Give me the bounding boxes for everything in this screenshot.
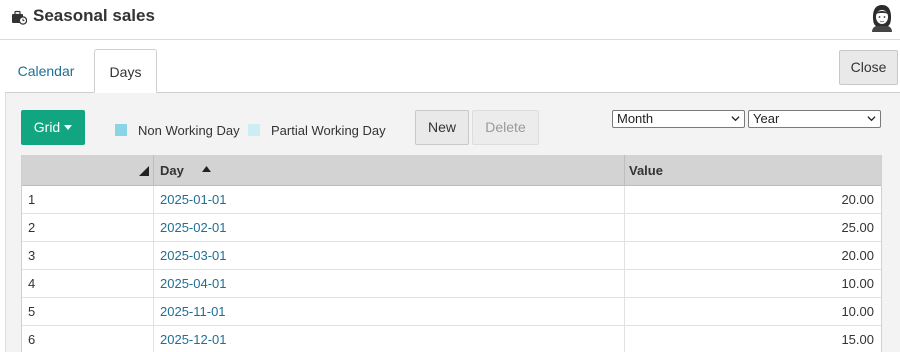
value-cell: 20.00 [841,248,874,263]
briefcase-clock-icon [12,10,27,25]
day-link[interactable]: 2025-04-01 [160,270,227,297]
table-row[interactable]: 4 2025-04-01 10.00 [22,270,881,298]
day-link[interactable]: 2025-12-01 [160,326,227,352]
row-index: 4 [28,276,36,291]
day-link[interactable]: 2025-01-01 [160,186,227,213]
value-cell: 25.00 [841,220,874,235]
caret-down-icon [64,124,73,130]
chevron-down-icon [731,116,740,122]
day-link[interactable]: 2025-03-01 [160,242,227,269]
grid-view-button[interactable]: Grid [21,110,85,145]
column-divider [624,186,625,352]
row-index: 2 [28,220,36,235]
value-cell: 10.00 [841,304,874,319]
new-button[interactable]: New [415,110,469,145]
partial-working-day-legend: Partial Working Day [271,123,386,138]
close-button[interactable]: Close [839,50,898,85]
non-working-day-legend: Non Working Day [138,123,240,138]
non-working-day-swatch [115,124,127,136]
partial-working-day-swatch [248,124,260,136]
row-index: 5 [28,304,36,319]
grid-button-label: Grid [33,119,61,135]
tab-days[interactable]: Days [94,49,157,93]
value-column-header[interactable]: Value [629,155,663,186]
day-link[interactable]: 2025-02-01 [160,214,227,241]
table-row[interactable]: 1 2025-01-01 20.00 [22,186,881,214]
tab-bar: Calendar Days [0,49,900,93]
delete-button: Delete [472,110,539,145]
table-header: Day Value [22,155,881,186]
page-title: Seasonal sales [33,6,155,25]
user-avatar-icon[interactable] [868,3,896,35]
table-row[interactable]: 2 2025-02-01 25.00 [22,214,881,242]
index-column-header[interactable] [22,155,154,186]
year-select[interactable]: Year [748,110,881,128]
month-select[interactable]: Month [612,110,745,128]
day-link[interactable]: 2025-11-01 [160,298,226,325]
row-index: 1 [28,192,36,207]
table-row[interactable]: 6 2025-12-01 15.00 [22,326,881,352]
table-row[interactable]: 3 2025-03-01 20.00 [22,242,881,270]
value-cell: 20.00 [841,192,874,207]
column-divider [153,186,154,352]
select-all-triangle-icon[interactable] [139,166,149,176]
app-header: Seasonal sales [0,0,900,40]
month-select-value: Month [617,111,654,126]
chevron-down-icon [867,116,876,122]
tab-calendar[interactable]: Calendar [6,49,86,93]
sort-ascending-icon[interactable] [202,165,211,172]
days-table: Day Value 1 2025-01-01 20.00 2 2025-02-0… [21,155,882,352]
value-cell: 15.00 [841,332,874,347]
day-column-header[interactable]: Day [160,155,184,186]
row-index: 6 [28,332,36,347]
row-index: 3 [28,248,36,263]
table-row[interactable]: 5 2025-11-01 10.00 [22,298,881,326]
column-divider [624,155,625,186]
year-select-value: Year [753,111,780,126]
value-cell: 10.00 [841,276,874,291]
